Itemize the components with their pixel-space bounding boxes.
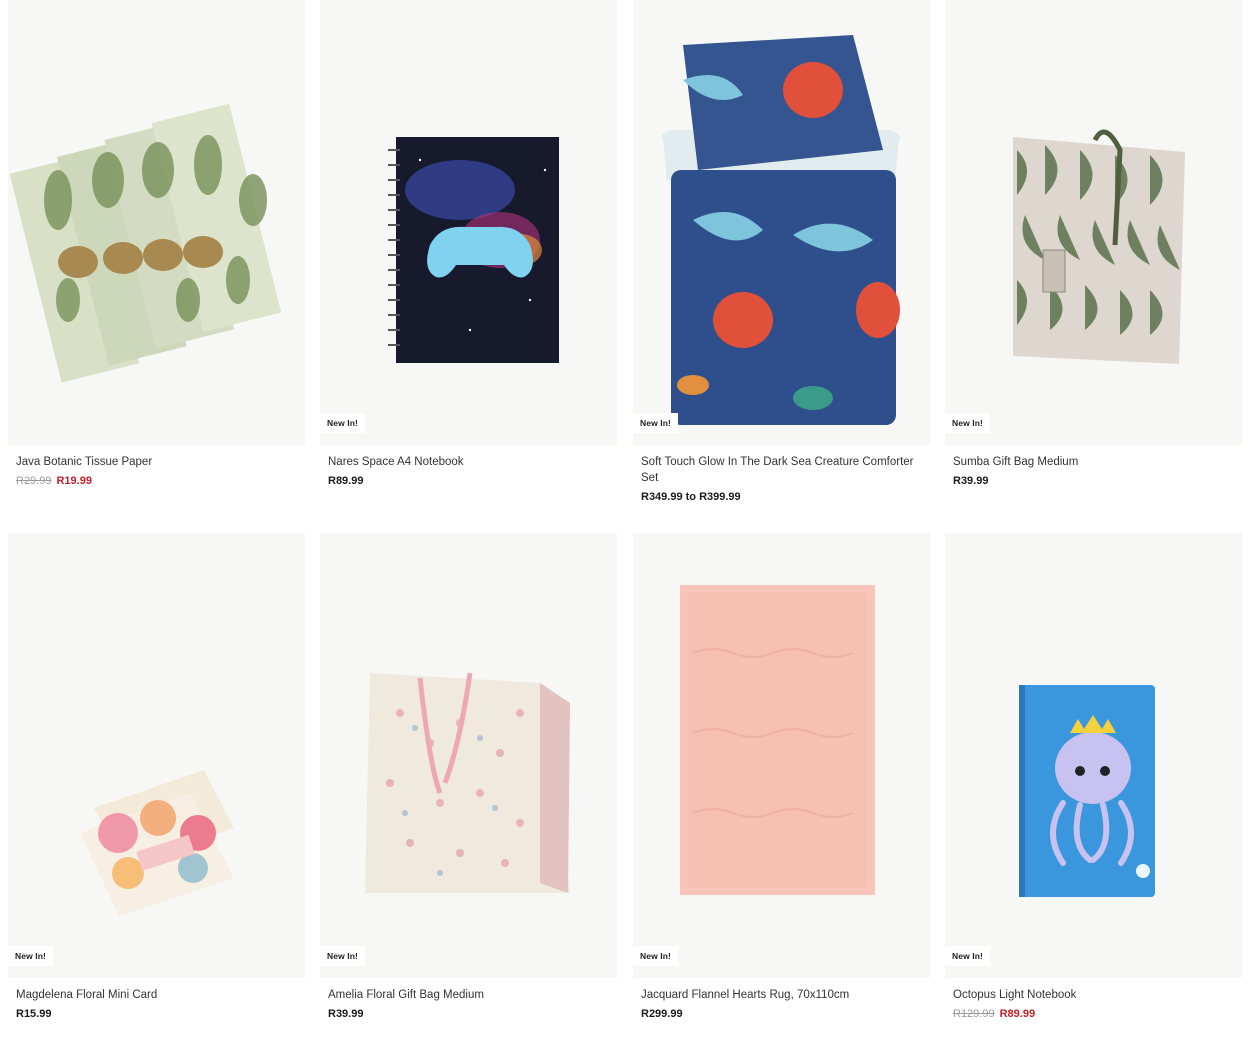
product-info: Java Botanic Tissue Paper R29.99 R19.99 (16, 454, 301, 488)
new-in-badge: New In! (633, 946, 678, 966)
price-range: R349.99 to R399.99 (641, 491, 741, 503)
floral-bag-image[interactable]: New In! (320, 533, 617, 978)
sale-price: R19.99 (56, 475, 92, 487)
price-row: R349.99 to R399.99 (641, 490, 926, 504)
price: R299.99 (641, 1008, 683, 1020)
price-row: R39.99 (953, 474, 1238, 488)
sale-price: R89.99 (999, 1008, 1036, 1020)
product-name[interactable]: Nares Space A4 Notebook (328, 454, 613, 470)
tissue-paper-image[interactable] (8, 0, 305, 445)
price-row: R15.99 (16, 1007, 301, 1021)
product-name[interactable]: Sumba Gift Bag Medium (953, 454, 1238, 470)
product-info: Magdelena Floral Mini Card R15.99 (16, 987, 301, 1021)
price-row: R29.99 R19.99 (16, 474, 301, 488)
new-in-badge: New In! (945, 413, 990, 433)
new-in-badge: New In! (633, 413, 678, 433)
product-info: Jacquard Flannel Hearts Rug, 70x110cm R2… (641, 987, 926, 1021)
product-name[interactable]: Java Botanic Tissue Paper (16, 454, 301, 470)
new-in-badge: New In! (320, 946, 365, 966)
product-name[interactable]: Jacquard Flannel Hearts Rug, 70x110cm (641, 987, 926, 1003)
new-in-badge: New In! (945, 946, 990, 966)
comforter-image[interactable]: New In! (633, 0, 930, 445)
original-price: R129.99 (953, 1008, 995, 1020)
price-row: R89.99 (328, 474, 613, 488)
price: R89.99 (328, 475, 364, 487)
new-in-badge: New In! (8, 946, 53, 966)
mini-card-image[interactable]: New In! (8, 533, 305, 978)
price: R39.99 (953, 475, 989, 487)
price: R39.99 (328, 1008, 364, 1020)
gift-bag-image[interactable]: New In! (945, 0, 1242, 445)
product-name[interactable]: Soft Touch Glow In The Dark Sea Creature… (641, 454, 926, 486)
product-name[interactable]: Magdelena Floral Mini Card (16, 987, 301, 1003)
original-price: R29.99 (16, 475, 52, 487)
product-name[interactable]: Amelia Floral Gift Bag Medium (328, 987, 613, 1003)
product-info: Nares Space A4 Notebook R89.99 (328, 454, 613, 488)
product-name[interactable]: Octopus Light Notebook (953, 987, 1238, 1003)
octopus-notebook-image[interactable]: New In! (945, 533, 1242, 978)
price: R15.99 (16, 1008, 52, 1020)
price-row: R129.99 R89.99 (953, 1007, 1238, 1021)
product-info: Amelia Floral Gift Bag Medium R39.99 (328, 987, 613, 1021)
product-info: Soft Touch Glow In The Dark Sea Creature… (641, 454, 926, 504)
rug-image[interactable]: New In! (633, 533, 930, 978)
product-info: Sumba Gift Bag Medium R39.99 (953, 454, 1238, 488)
price-row: R39.99 (328, 1007, 613, 1021)
price-row: R299.99 (641, 1007, 926, 1021)
new-in-badge: New In! (320, 413, 365, 433)
product-info: Octopus Light Notebook R129.99 R89.99 (953, 987, 1238, 1021)
notebook-image[interactable]: New In! (320, 0, 617, 445)
